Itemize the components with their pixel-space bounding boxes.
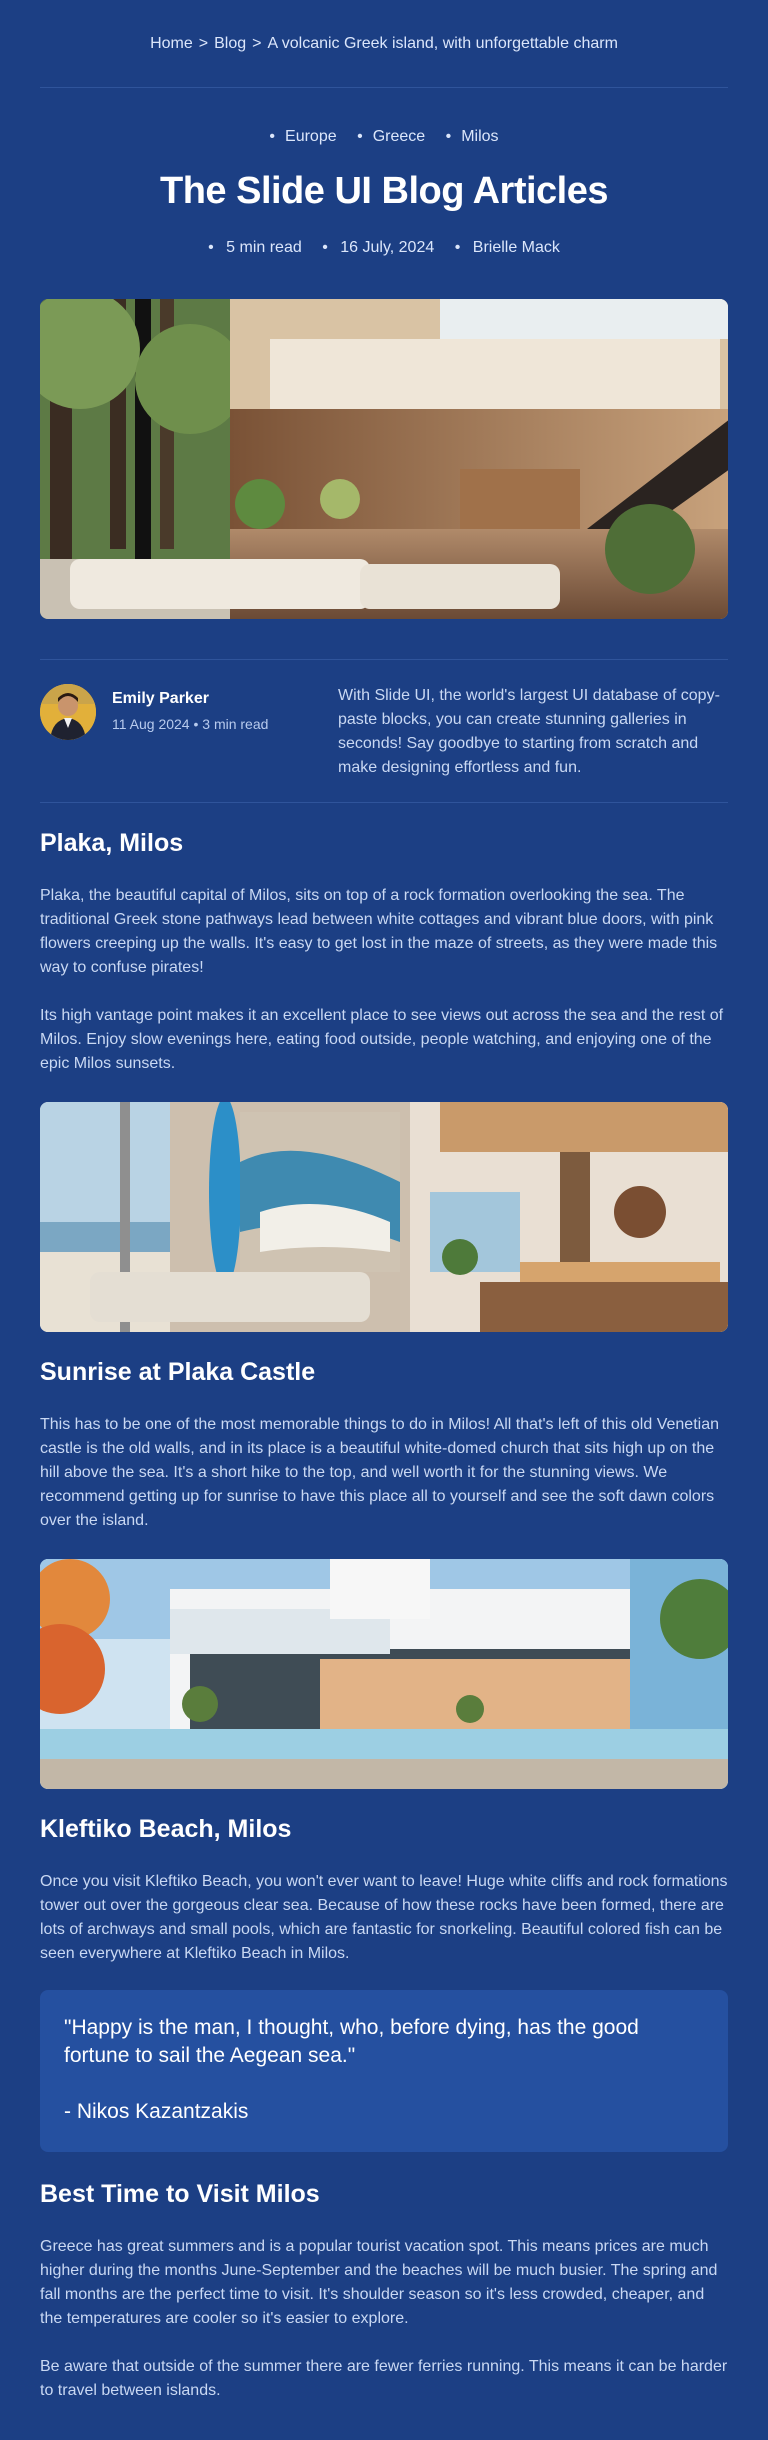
living-room-image (40, 1102, 728, 1332)
bullet-icon: • (322, 239, 328, 256)
tag-item[interactable]: • Milos (442, 128, 503, 145)
section-paragraph: Be aware that outside of the summer ther… (40, 2358, 728, 2399)
section-title-sunrise: Sunrise at Plaka Castle (40, 1358, 316, 1386)
quote-text: "Happy is the man, I thought, who, befor… (64, 2016, 639, 2067)
author-info: Emily Parker 11 Aug 2024 • 3 min read (112, 690, 268, 732)
section-paragraph: Greece has great summers and is a popula… (40, 2238, 718, 2327)
tag-item[interactable]: • Greece (353, 128, 429, 145)
section-title-plaka: Plaka, Milos (40, 829, 184, 857)
meta-item-read-time: • 5 min read (204, 239, 306, 256)
author-meta: 11 Aug 2024 • 3 min read (112, 716, 269, 732)
breadcrumb-current-page[interactable]: A volcanic Greek island, with unforgetta… (268, 35, 618, 53)
bullet-icon: • (208, 239, 214, 256)
breadcrumb-separator: > (252, 34, 262, 52)
tag-list: • Europe • Greece • Milos (40, 128, 728, 146)
meta-item-date: • 16 July, 2024 (318, 239, 438, 256)
meta-label: 5 min read (226, 239, 302, 256)
breadcrumb-blog-link[interactable]: Blog (214, 35, 246, 53)
meta-label: Brielle Mack (472, 239, 560, 256)
breadcrumb-home-link[interactable]: Home (150, 35, 193, 53)
author-section: Emily Parker 11 Aug 2024 • 3 min read Wi… (40, 659, 728, 803)
bullet-icon: • (445, 128, 452, 145)
section-paragraph: Plaka, the beautiful capital of Milos, s… (40, 887, 718, 976)
bullet-icon: • (269, 128, 276, 145)
hero-image-graphic (40, 299, 728, 619)
tag-label: Greece (372, 128, 426, 145)
breadcrumb-separator: > (198, 34, 209, 52)
section-title-best-time: Best Time to Visit Milos (40, 2180, 320, 2208)
villa-graphic (40, 1559, 728, 1789)
avatar[interactable] (40, 684, 96, 740)
section-paragraph: This has to be one of the most memorable… (40, 1416, 719, 1529)
section-paragraph: Once you visit Kleftiko Beach, you won't… (40, 1873, 728, 1962)
tag-label: Europe (285, 128, 337, 145)
bullet-icon: • (454, 239, 461, 256)
section-paragraph: Its high vantage point makes it an excel… (40, 1007, 724, 1072)
article-meta: • 5 min read • 16 July, 2024 • Brielle M… (40, 239, 728, 257)
page-title: The Slide UI Blog Articles (159, 170, 609, 212)
tag-item[interactable]: • Europe (265, 128, 340, 145)
tag-label: Milos (461, 128, 499, 145)
living-room-graphic (40, 1102, 728, 1332)
quote-author: - Nikos Kazantzakis (64, 2100, 249, 2123)
villa-image (40, 1559, 728, 1789)
author-blurb: With Slide UI, the world's largest UI da… (338, 687, 720, 776)
article-container: Home > Blog > A volcanic Greek island, w… (40, 0, 728, 2403)
meta-item-author: • Brielle Mack (451, 239, 564, 256)
hero-image (40, 299, 728, 619)
author-name[interactable]: Emily Parker (112, 690, 268, 708)
bullet-icon: • (357, 128, 363, 145)
meta-label: 16 July, 2024 (340, 239, 435, 256)
quote-block: "Happy is the man, I thought, who, befor… (40, 1990, 728, 2152)
avatar-graphic (40, 684, 96, 740)
breadcrumb: Home > Blog > A volcanic Greek island, w… (40, 0, 728, 88)
author-card: Emily Parker 11 Aug 2024 • 3 min read (40, 684, 268, 780)
section-title-kleftiko: Kleftiko Beach, Milos (40, 1815, 292, 1843)
blog-article-page: Home > Blog > A volcanic Greek island, w… (0, 0, 768, 2440)
